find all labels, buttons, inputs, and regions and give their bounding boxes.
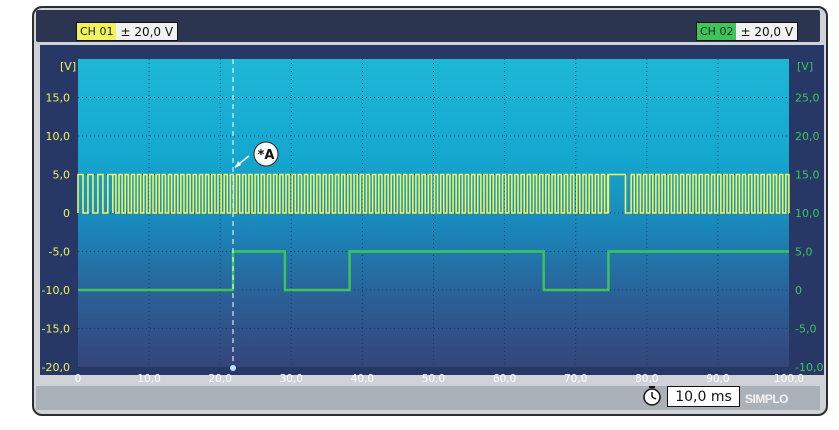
timebase-display[interactable]: 10,0 ms <box>667 386 740 407</box>
right-tick-label: 5,0 <box>795 246 813 259</box>
scope-plot[interactable]: 15,0 10,0 5,0 0 -5,0 -10,0 -15,0 -20,0 25,0 20,0… <box>0 0 839 430</box>
left-tick-label: -15,0 <box>42 323 70 336</box>
x-tick-label: 0 <box>75 373 82 385</box>
x-tick-label: 40,0 <box>351 373 374 385</box>
right-tick-label: 0 <box>795 284 802 297</box>
left-axis-unit: [V] <box>60 60 76 73</box>
left-tick-label: 10,0 <box>46 130 71 143</box>
left-tick-label: 15,0 <box>46 92 71 105</box>
x-tick-label: 70,0 <box>564 373 587 385</box>
left-tick-label: 5,0 <box>53 169 71 182</box>
x-tick-label: 10,0 <box>137 373 160 385</box>
x-tick-label: 30,0 <box>280 373 303 385</box>
right-tick-label: 10,0 <box>795 207 820 220</box>
left-tick-label: -5,0 <box>49 246 70 259</box>
clock-icon <box>643 386 661 406</box>
right-tick-label: 25,0 <box>795 92 820 105</box>
left-tick-label: -20,0 <box>42 361 70 374</box>
cursor-label: *A <box>258 148 275 163</box>
right-tick-label: 15,0 <box>795 169 820 182</box>
cursor-handle[interactable] <box>229 365 236 371</box>
x-tick-label: 20,0 <box>209 373 232 385</box>
x-tick-label: 60,0 <box>493 373 516 385</box>
x-tick-label: 50,0 <box>422 373 445 385</box>
brand-logo: SIMPLO <box>745 392 789 406</box>
left-tick-label: 0 <box>63 207 70 220</box>
x-tick-label: 100,0 <box>774 373 804 385</box>
right-tick-label: 20,0 <box>795 130 820 143</box>
x-tick-label: 90,0 <box>706 373 729 385</box>
right-axis-unit: [V] <box>797 60 813 73</box>
x-tick-label: 80,0 <box>635 373 658 385</box>
left-tick-label: -10,0 <box>42 284 70 297</box>
right-tick-label: -5,0 <box>795 323 816 336</box>
